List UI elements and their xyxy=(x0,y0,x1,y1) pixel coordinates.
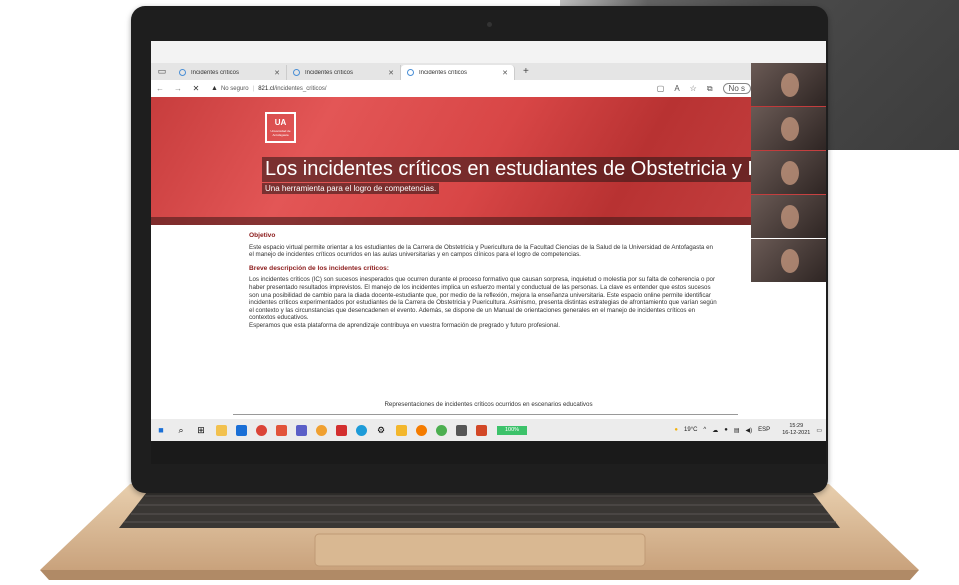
app-icon[interactable] xyxy=(451,419,471,441)
brief-text: Los incidentes críticos (IC) son sucesos… xyxy=(249,276,717,322)
mic-icon[interactable]: ● xyxy=(724,427,728,433)
read-aloud-icon[interactable]: A xyxy=(674,84,679,93)
teams-icon[interactable] xyxy=(291,419,311,441)
weather-temp[interactable]: 19°C xyxy=(684,427,697,433)
app-icon[interactable] xyxy=(311,419,331,441)
objective-heading: Objetivo xyxy=(249,232,276,239)
clock-time: 15:29 xyxy=(789,423,804,429)
webcam xyxy=(487,22,492,27)
laptop-base xyxy=(40,478,919,582)
hero-banner: UA Universidad de Antofagasta Los incide… xyxy=(151,97,826,225)
brief-heading: Breve descripción de los incidentes crít… xyxy=(249,264,389,272)
participant-video[interactable] xyxy=(751,239,826,282)
new-tab-icon[interactable]: + xyxy=(523,66,529,77)
network-icon[interactable]: ▤ xyxy=(734,427,740,434)
back-icon[interactable]: ← xyxy=(151,84,169,93)
participant-face xyxy=(781,161,799,185)
chrome-icon[interactable] xyxy=(251,419,271,441)
participant-face xyxy=(781,205,799,229)
representations-title: Representaciones de incidentes críticos … xyxy=(384,401,593,408)
address-actions: ▢ A ☆ ⧉ No s xyxy=(647,83,751,94)
participant-video[interactable] xyxy=(751,63,826,106)
app-icon[interactable] xyxy=(391,419,411,441)
volume-icon[interactable]: ◀) xyxy=(746,427,753,434)
address-divider: | xyxy=(252,85,255,92)
language-label[interactable]: ESP xyxy=(758,427,770,433)
close-tab-icon[interactable]: ✕ xyxy=(388,69,394,77)
mail-icon[interactable] xyxy=(231,419,251,441)
stop-icon[interactable]: ✕ xyxy=(187,84,205,93)
tab-favicon-icon xyxy=(179,69,186,76)
search-icon[interactable]: ⌕ xyxy=(171,419,191,441)
participant-video[interactable] xyxy=(751,107,826,150)
chrome-icon[interactable] xyxy=(431,419,451,441)
favorite-icon[interactable]: ☆ xyxy=(690,84,697,93)
tab-title: Incidentes críticos xyxy=(305,69,354,76)
weather-icon[interactable]: ● xyxy=(674,427,678,433)
file-explorer-icon[interactable] xyxy=(211,419,231,441)
hero-shadow xyxy=(151,217,826,225)
browser-tab-bar: ▭ Incidentes críticos ✕ Incidentes críti… xyxy=(151,63,751,80)
edge-icon[interactable] xyxy=(351,419,371,441)
browser-tab-active[interactable]: Incidentes críticos ✕ xyxy=(401,65,515,80)
page-subtitle: Una herramienta para el logro de compete… xyxy=(262,183,440,194)
screen-bezel-bottom xyxy=(151,441,826,464)
close-tab-icon[interactable]: ✕ xyxy=(274,69,280,77)
task-view-icon[interactable]: ⊞ xyxy=(191,419,211,441)
notifications-icon[interactable]: ▭ xyxy=(816,427,822,434)
start-icon[interactable]: ■ xyxy=(151,419,171,441)
url-path: /incidentes_criticos/ xyxy=(274,85,327,92)
logo-subtext: Universidad de Antofagasta xyxy=(270,129,291,137)
tab-title: Incidentes críticos xyxy=(419,69,468,76)
page-title: Los incidentes críticos en estudiantes d… xyxy=(262,157,826,182)
participant-face xyxy=(781,249,799,273)
tab-title: Incidentes críticos xyxy=(191,69,240,76)
logo-text: UA xyxy=(274,118,287,127)
laptop-screen: ▭ Incidentes críticos ✕ Incidentes críti… xyxy=(151,41,826,464)
cloud-icon[interactable]: ☁ xyxy=(712,427,718,434)
app-icon[interactable] xyxy=(271,419,291,441)
profile-chip[interactable]: No s xyxy=(722,83,751,94)
tab-favicon-icon xyxy=(293,69,300,76)
address-bar: ← → ✕ ▲ No seguro | 821.cl/incidentes_cr… xyxy=(151,80,751,98)
app-icon[interactable] xyxy=(411,419,431,441)
reader-view-icon[interactable]: ▢ xyxy=(657,84,665,93)
ua-logo[interactable]: UA Universidad de Antofagasta xyxy=(265,112,296,143)
clock-date: 16-12-2021 xyxy=(782,430,811,436)
forward-icon[interactable]: → xyxy=(169,84,187,93)
web-page: UA Universidad de Antofagasta Los incide… xyxy=(151,97,826,450)
system-tray: ● 19°C ^ ☁ ● ▤ ◀) ESP 15:29 16-12-2021 ▭ xyxy=(668,419,826,441)
participant-face xyxy=(781,73,799,97)
browser-tab[interactable]: Incidentes críticos ✕ xyxy=(287,65,401,80)
participant-face xyxy=(781,117,799,141)
powerpoint-icon[interactable] xyxy=(471,419,491,441)
closing-text: Esperamos que esta plataforma de aprendi… xyxy=(249,321,560,329)
warning-icon[interactable]: ▲ xyxy=(211,85,218,92)
window-menu-icon[interactable]: ▭ xyxy=(151,63,173,80)
section-divider xyxy=(233,414,738,415)
security-label[interactable]: No seguro xyxy=(221,86,249,92)
chevron-up-icon[interactable]: ^ xyxy=(703,427,706,433)
tab-favicon-icon xyxy=(407,69,414,76)
browser-tab[interactable]: Incidentes críticos ✕ xyxy=(173,65,287,80)
progress-indicator[interactable]: 100% xyxy=(497,425,527,435)
url-field[interactable]: 821.cl/incidentes_criticos/ xyxy=(258,86,326,92)
participant-video[interactable] xyxy=(751,151,826,194)
windows-taskbar: ■ ⌕ ⊞ ⚙ 100% ● 19°C ^ ☁ ● ▤ ◀) ESP 15:29… xyxy=(151,419,826,441)
settings-icon[interactable]: ⚙ xyxy=(371,419,391,441)
main-content: Objetivo Este espacio virtual permite or… xyxy=(249,232,719,336)
pdf-icon[interactable] xyxy=(331,419,351,441)
url-host: 821.cl xyxy=(258,85,275,92)
collections-icon[interactable]: ⧉ xyxy=(707,84,713,94)
clock[interactable]: 15:29 16-12-2021 xyxy=(776,423,810,437)
close-tab-icon[interactable]: ✕ xyxy=(502,69,508,77)
participant-video[interactable] xyxy=(751,195,826,238)
objective-text: Este espacio virtual permite orientar a … xyxy=(249,243,713,259)
